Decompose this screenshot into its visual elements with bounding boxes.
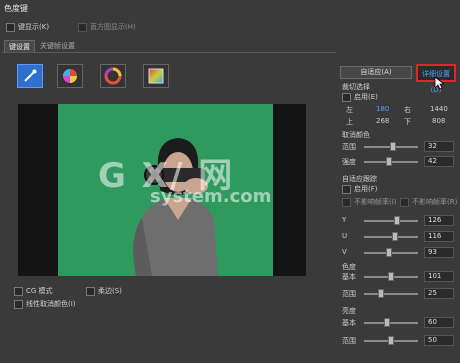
u-slider[interactable]	[364, 232, 418, 241]
key-display-option[interactable]: 键显示(K)	[6, 22, 49, 32]
luma-base-slider[interactable]	[364, 318, 418, 327]
crop-left-value[interactable]: 180	[376, 105, 389, 113]
crop-top-label: 上	[346, 118, 353, 126]
chroma-range-field[interactable]: 25	[424, 288, 454, 299]
cancel-color-range-slider[interactable]	[364, 142, 418, 151]
chroma-range-slider[interactable]	[364, 289, 418, 298]
histogram-display-option[interactable]: 直方图显示(H)	[78, 22, 136, 32]
auto-track-option-2-checkbox[interactable]	[400, 197, 409, 207]
cancel-color-range-label: 范围	[342, 143, 356, 151]
hue-ring-icon	[104, 67, 122, 85]
auto-track-option-1-label: 不影响帧率(I)	[354, 198, 397, 206]
chroma-section-title: 色度	[342, 263, 356, 271]
crop-enable-label: 启用(E)	[354, 93, 378, 101]
luma-base-label: 基本	[342, 319, 356, 327]
crop-bottom-label: 下	[404, 118, 411, 126]
luma-base-field[interactable]: 60	[424, 317, 454, 328]
tab-keyframe-settings[interactable]: 关键帧设置	[36, 40, 79, 52]
chroma-base-field[interactable]: 101	[424, 271, 454, 282]
chroma-base-slider[interactable]	[364, 272, 418, 281]
luma-range-slider[interactable]	[364, 336, 418, 345]
auto-track-option-2-label: 不影响帧率(R)	[412, 198, 458, 206]
auto-track-section-title: 自适应跟踪	[342, 175, 377, 183]
y-label: Y	[342, 216, 347, 224]
color-wheel-tool-button[interactable]	[57, 64, 83, 88]
key-display-label: 键显示(K)	[18, 23, 50, 31]
cancel-color-strength-label: 强度	[342, 158, 356, 166]
luma-range-field[interactable]: 50	[424, 335, 454, 346]
crop-right-label: 右	[404, 106, 411, 114]
chroma-range-label: 范围	[342, 290, 356, 298]
eyedropper-icon	[24, 69, 37, 82]
y-field[interactable]: 126	[424, 215, 454, 226]
auto-track-option-1-checkbox[interactable]	[342, 197, 351, 207]
linear-cancel-color-checkbox[interactable]	[14, 299, 23, 309]
slider-knob[interactable]	[392, 232, 398, 241]
slider-knob[interactable]	[388, 336, 394, 345]
crop-enable-checkbox[interactable]	[342, 92, 351, 102]
slider-knob[interactable]	[386, 248, 392, 257]
auto-track-option-1[interactable]: 不影响帧率(I)	[342, 197, 397, 207]
y-slider[interactable]	[364, 216, 418, 225]
crop-right-value[interactable]: 1440	[430, 105, 448, 113]
linear-cancel-color-label: 线性取消颜色(I)	[26, 300, 76, 308]
gradient-square-icon	[148, 68, 164, 84]
gradient-square-tool-button[interactable]	[143, 64, 169, 88]
crop-left-label: 左	[346, 106, 353, 114]
linear-cancel-color-option[interactable]: 线性取消颜色(I)	[14, 299, 76, 309]
luma-section-title: 亮度	[342, 307, 356, 315]
tab-divider	[2, 52, 336, 53]
cg-mode-label: CG 模式	[26, 287, 53, 295]
slider-knob[interactable]	[378, 289, 384, 298]
mouse-cursor-icon	[434, 76, 444, 90]
eyedropper-tool-button[interactable]	[17, 64, 43, 88]
u-field[interactable]: 116	[424, 231, 454, 242]
v-slider[interactable]	[364, 248, 418, 257]
color-wheel-icon	[63, 69, 77, 83]
cg-mode-option[interactable]: CG 模式	[14, 286, 53, 296]
hue-ring-tool-button[interactable]	[100, 64, 126, 88]
right-black-bar	[273, 104, 306, 276]
soft-edge-option[interactable]: 柔边(S)	[86, 286, 122, 296]
luma-range-label: 范围	[342, 337, 356, 345]
v-label: V	[342, 248, 347, 256]
slider-knob[interactable]	[394, 216, 400, 225]
u-label: U	[342, 232, 348, 240]
cancel-color-strength-field[interactable]: 42	[424, 156, 454, 167]
left-black-bar	[18, 104, 58, 276]
watermark-url: system.com	[150, 186, 272, 207]
cg-mode-checkbox[interactable]	[14, 286, 23, 296]
v-field[interactable]: 93	[424, 247, 454, 258]
histogram-display-label: 直方图显示(H)	[90, 23, 136, 31]
crop-bottom-value[interactable]: 808	[432, 117, 445, 125]
auto-adapt-button[interactable]: 自适应(A)	[340, 66, 412, 79]
slider-knob[interactable]	[388, 272, 394, 281]
slider-knob[interactable]	[384, 318, 390, 327]
key-preview[interactable]: G X/ 网 system.com	[18, 104, 306, 276]
soft-edge-checkbox[interactable]	[86, 286, 95, 296]
window-title: 色度键	[4, 4, 28, 13]
cancel-color-range-field[interactable]: 32	[424, 141, 454, 152]
auto-track-option-2[interactable]: 不影响帧率(R)	[400, 197, 457, 207]
auto-track-enable-option[interactable]: 启用(F)	[342, 184, 378, 194]
crop-enable-option[interactable]: 启用(E)	[342, 92, 378, 102]
key-display-checkbox[interactable]	[6, 22, 15, 32]
auto-track-enable-checkbox[interactable]	[342, 184, 351, 194]
histogram-display-checkbox[interactable]	[78, 22, 87, 32]
slider-knob[interactable]	[386, 157, 392, 166]
cancel-color-section-title: 取消颜色	[342, 131, 370, 139]
crop-section-title: 裁切选择	[342, 83, 370, 91]
slider-knob[interactable]	[390, 142, 396, 151]
soft-edge-label: 柔边(S)	[98, 287, 122, 295]
cancel-color-strength-slider[interactable]	[364, 157, 418, 166]
crop-top-value[interactable]: 268	[376, 117, 389, 125]
auto-track-enable-label: 启用(F)	[354, 185, 378, 193]
chroma-base-label: 基本	[342, 273, 356, 281]
tab-key-settings[interactable]: 键设置	[4, 40, 35, 52]
